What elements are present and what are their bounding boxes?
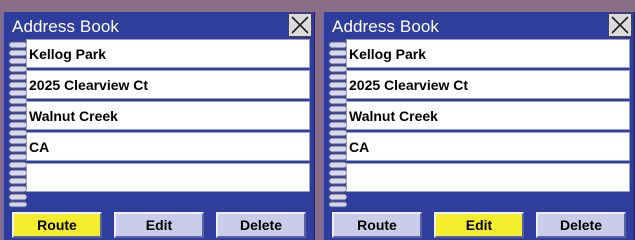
list-item[interactable] <box>346 163 630 192</box>
address-entry: 2025 Clearview Ct <box>29 77 149 93</box>
address-book-panel-edit: Address Book Kellog Park 2025 Clearview … <box>323 12 635 240</box>
address-entry: Walnut Creek <box>29 108 118 124</box>
edit-button[interactable]: Edit <box>434 212 524 238</box>
button-bar: Route Edit Delete <box>12 212 311 238</box>
address-entry: CA <box>29 139 50 155</box>
page-title: Address Book <box>12 17 120 36</box>
title-bar: Address Book <box>324 12 634 40</box>
list-item[interactable]: CA <box>346 132 630 161</box>
address-entry: 2025 Clearview Ct <box>349 77 469 93</box>
delete-button[interactable]: Delete <box>216 212 306 238</box>
list-item[interactable]: Walnut Creek <box>26 101 310 130</box>
address-list: Kellog Park 2025 Clearview Ct Walnut Cre… <box>346 39 630 194</box>
delete-button[interactable]: Delete <box>536 212 626 238</box>
address-entry: Walnut Creek <box>349 108 438 124</box>
address-entry: CA <box>349 139 370 155</box>
list-item[interactable]: Kellog Park <box>346 39 630 68</box>
button-bar: Route Edit Delete <box>332 212 631 238</box>
list-item[interactable] <box>26 163 310 192</box>
screenshot-pair: Address Book Kellog Park 2025 Clearview … <box>0 0 635 240</box>
address-entry: Kellog Park <box>29 46 107 62</box>
list-item[interactable]: 2025 Clearview Ct <box>346 70 630 99</box>
title-bar: Address Book <box>4 12 314 40</box>
address-list: Kellog Park 2025 Clearview Ct Walnut Cre… <box>26 39 310 194</box>
close-button[interactable] <box>288 13 312 37</box>
close-button[interactable] <box>608 13 632 37</box>
address-entry: Kellog Park <box>349 46 427 62</box>
list-item[interactable]: Kellog Park <box>26 39 310 68</box>
route-button[interactable]: Route <box>332 212 422 238</box>
close-icon <box>291 16 309 34</box>
list-item[interactable]: 2025 Clearview Ct <box>26 70 310 99</box>
list-item[interactable]: Walnut Creek <box>346 101 630 130</box>
route-button[interactable]: Route <box>12 212 102 238</box>
close-icon <box>611 16 629 34</box>
edit-button[interactable]: Edit <box>114 212 204 238</box>
page-title: Address Book <box>332 17 440 36</box>
address-book-panel-route: Address Book Kellog Park 2025 Clearview … <box>3 12 315 240</box>
list-item[interactable]: CA <box>26 132 310 161</box>
